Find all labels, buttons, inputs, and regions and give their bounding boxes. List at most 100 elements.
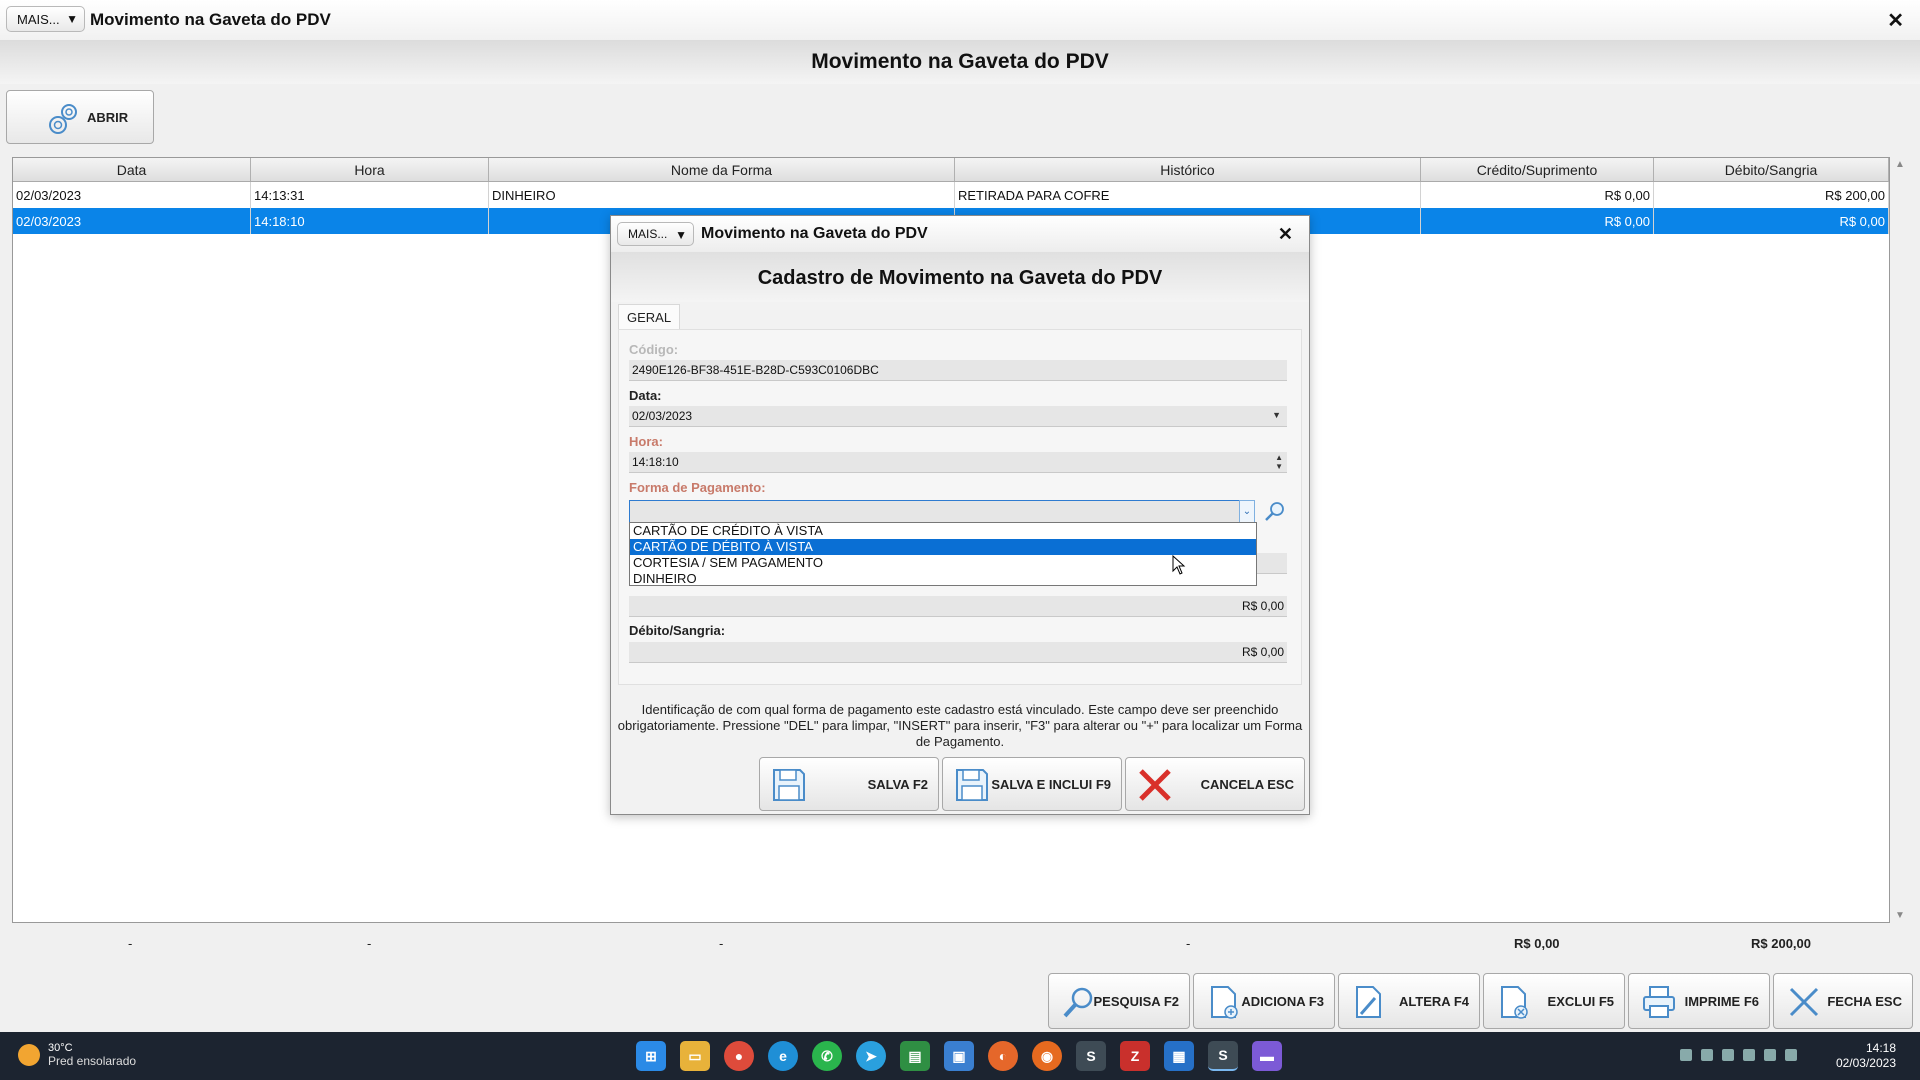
list-item[interactable]: CORTESIA / SEM PAGAMENTO xyxy=(630,555,1256,571)
dropdown-arrow-icon: ▼ xyxy=(66,12,78,26)
salva-e-inclui-button[interactable]: SALVA E INCLUI F9 xyxy=(942,757,1122,811)
whatsapp-icon[interactable]: ✆ xyxy=(812,1041,842,1071)
dialog-close-button[interactable]: ✕ xyxy=(1278,224,1293,245)
data-field[interactable]: 02/03/2023 ▼ xyxy=(629,406,1287,427)
gear-icon xyxy=(49,104,77,134)
pesquisa-label: PESQUISA F2 xyxy=(1093,993,1179,1009)
search-icon[interactable] xyxy=(1263,500,1287,524)
media-app-icon[interactable]: ◐ xyxy=(988,1041,1018,1071)
list-item[interactable]: DINHEIRO xyxy=(630,571,1256,587)
credito-field[interactable]: R$ 0,00 xyxy=(629,596,1287,617)
video-editor-icon[interactable]: ▬ xyxy=(1252,1041,1282,1071)
mais-menu-button[interactable]: MAIS... ▼ xyxy=(6,6,85,32)
add-document-icon xyxy=(1211,986,1238,1019)
telegram-icon[interactable]: ➤ xyxy=(856,1041,886,1071)
codigo-label: Código: xyxy=(629,342,679,357)
fecha-button[interactable]: FECHA ESC xyxy=(1773,973,1913,1029)
col-header-hora[interactable]: Hora xyxy=(251,158,489,181)
window-title: Movimento na Gaveta do PDV xyxy=(90,10,331,29)
altera-button[interactable]: ALTERA F4 xyxy=(1338,973,1480,1029)
cell-data: 02/03/2023 xyxy=(13,182,251,208)
mais-label: MAIS... xyxy=(17,11,60,27)
volume-icon[interactable] xyxy=(1785,1049,1797,1061)
col-header-debito[interactable]: Débito/Sangria xyxy=(1654,158,1889,181)
col-header-data[interactable]: Data xyxy=(13,158,251,181)
salva-label: SALVA F2 xyxy=(867,776,928,792)
filezilla-icon[interactable]: Z xyxy=(1120,1041,1150,1071)
remote-app-icon[interactable]: ▣ xyxy=(944,1041,974,1071)
dialog-mais-button[interactable]: MAIS... ▼ xyxy=(617,222,694,246)
col-header-credito[interactable]: Crédito/Suprimento xyxy=(1421,158,1654,181)
spin-buttons-icon[interactable]: ▲ ▼ xyxy=(1275,453,1283,471)
hora-field[interactable]: 14:18:10 ▲ ▼ xyxy=(629,452,1287,473)
hora-value: 14:18:10 xyxy=(632,455,679,469)
forma-pagamento-input[interactable] xyxy=(629,500,1241,523)
cancela-button[interactable]: CANCELA ESC xyxy=(1125,757,1305,811)
forma-dropdown-button[interactable]: ⌄ xyxy=(1239,500,1255,523)
total-c4: - xyxy=(1186,936,1191,951)
spreadsheet-icon[interactable]: ▤ xyxy=(900,1041,930,1071)
debito-field[interactable]: R$ 0,00 xyxy=(629,642,1287,663)
start-icon[interactable]: ⊞ xyxy=(636,1041,666,1071)
taskbar-apps: ⊞ ▭ ● e ✆ ➤ ▤ ▣ ◐ ◉ S Z ▦ S ▬ xyxy=(636,1041,1282,1071)
grid-scrollbar[interactable]: ▲ ▼ xyxy=(1892,157,1908,923)
scroll-down-icon[interactable]: ▼ xyxy=(1895,910,1905,921)
tray-cloud-icon[interactable] xyxy=(1743,1049,1755,1061)
total-c3: - xyxy=(719,936,724,951)
data-value: 02/03/2023 xyxy=(632,409,693,423)
search-icon xyxy=(1063,987,1093,1018)
tray-shield-icon[interactable] xyxy=(1722,1049,1734,1061)
scroll-up-icon[interactable]: ▲ xyxy=(1895,159,1905,170)
notepad-icon[interactable]: ▦ xyxy=(1164,1041,1194,1071)
weather-temp: 30°C xyxy=(48,1042,73,1054)
dialog-mais-label: MAIS... xyxy=(628,227,668,241)
clock[interactable]: 14:18 02/03/2023 xyxy=(1836,1041,1896,1071)
weather-widget[interactable]: 30°C Pred ensolarado xyxy=(18,1042,136,1068)
grid-header: Data Hora Nome da Forma Histórico Crédit… xyxy=(13,158,1889,182)
file-explorer-icon[interactable]: ▭ xyxy=(680,1041,710,1071)
clock-date: 02/03/2023 xyxy=(1835,1056,1896,1070)
tray-app-icon[interactable] xyxy=(1680,1049,1692,1061)
exclui-button[interactable]: EXCLUI F5 xyxy=(1483,973,1625,1029)
tab-geral[interactable]: GERAL xyxy=(618,304,681,330)
chevron-down-icon[interactable]: ▼ xyxy=(1272,410,1281,420)
delete-document-icon xyxy=(1501,986,1528,1019)
data-label: Data: xyxy=(629,388,662,403)
firefox-icon[interactable]: ◉ xyxy=(1032,1041,1062,1071)
printer-icon xyxy=(1643,986,1675,1018)
table-row[interactable]: 02/03/2023 14:13:31 DINHEIRO RETIRADA PA… xyxy=(13,182,1889,208)
fecha-label: FECHA ESC xyxy=(1827,993,1902,1009)
edge-icon[interactable]: e xyxy=(768,1041,798,1071)
cell-debito: R$ 0,00 xyxy=(1654,208,1889,234)
abrir-button[interactable]: ABRIR xyxy=(6,90,154,144)
col-header-forma[interactable]: Nome da Forma xyxy=(489,158,955,181)
active-app-icon[interactable]: S xyxy=(1208,1041,1238,1071)
salva-button[interactable]: SALVA F2 xyxy=(759,757,939,811)
imprime-label: IMPRIME F6 xyxy=(1684,993,1759,1009)
system-app-icon[interactable]: S xyxy=(1076,1041,1106,1071)
list-item[interactable]: CARTÃO DE CRÉDITO À VISTA xyxy=(630,523,1256,539)
hora-label: Hora: xyxy=(629,434,663,449)
abrir-label: ABRIR xyxy=(87,109,129,125)
system-tray[interactable] xyxy=(1680,1049,1797,1061)
cell-historico: RETIRADA PARA COFRE xyxy=(955,182,1421,208)
pesquisa-button[interactable]: PESQUISA F2 xyxy=(1048,973,1190,1029)
close-window-button[interactable]: ✕ xyxy=(1887,8,1904,33)
list-item-highlighted[interactable]: CARTÃO DE DÉBITO À VISTA xyxy=(630,539,1256,555)
cell-hora: 14:18:10 xyxy=(251,208,489,234)
cell-data: 02/03/2023 xyxy=(13,208,251,234)
tray-device-icon[interactable] xyxy=(1701,1049,1713,1061)
adiciona-button[interactable]: ADICIONA F3 xyxy=(1193,973,1335,1029)
total-c1: - xyxy=(128,936,133,951)
dialog-title: Movimento na Gaveta do PDV xyxy=(701,225,928,242)
dialog-title-bar: MAIS... ▼ Movimento na Gaveta do PDV ✕ xyxy=(611,216,1309,252)
dropdown-arrow-icon: ▼ xyxy=(675,228,687,242)
field-hint: Identificação de com qual forma de pagam… xyxy=(617,702,1303,749)
forma-dropdown-list[interactable]: CARTÃO DE CRÉDITO À VISTA CARTÃO DE DÉBI… xyxy=(629,522,1257,586)
chrome-icon[interactable]: ● xyxy=(724,1041,754,1071)
network-icon[interactable] xyxy=(1764,1049,1776,1061)
exclui-label: EXCLUI F5 xyxy=(1547,993,1614,1009)
salva-e-inclui-label: SALVA E INCLUI F9 xyxy=(991,776,1111,792)
imprime-button[interactable]: IMPRIME F6 xyxy=(1628,973,1770,1029)
col-header-historico[interactable]: Histórico xyxy=(955,158,1421,181)
